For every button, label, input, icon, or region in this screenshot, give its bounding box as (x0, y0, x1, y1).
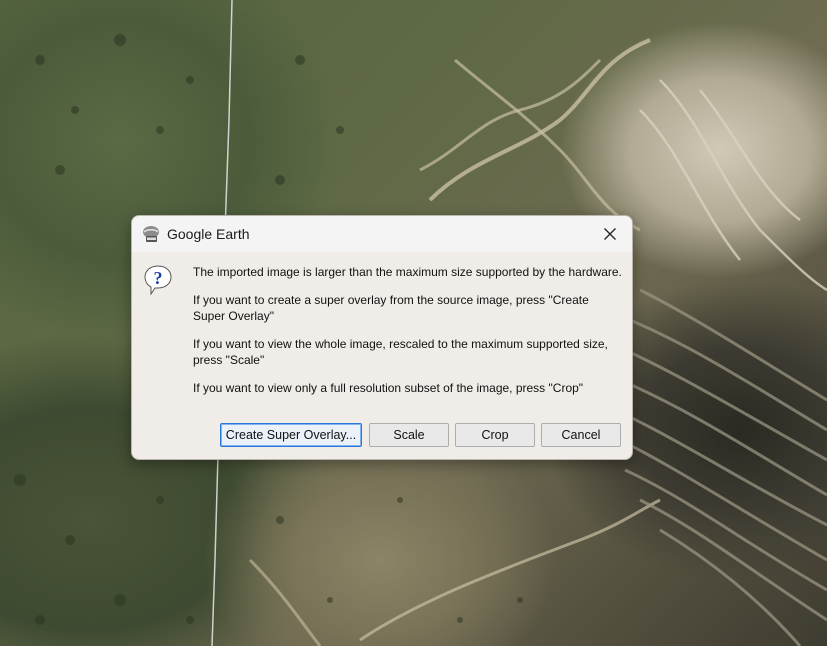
google-earth-icon (143, 226, 159, 242)
close-icon (604, 228, 616, 240)
dialog-message: The imported image is larger than the ma… (193, 264, 623, 408)
message-line: If you want to create a super overlay fr… (193, 293, 589, 323)
message-line: The imported image is larger than the ma… (193, 265, 622, 279)
cancel-button[interactable]: Cancel (541, 423, 621, 447)
svg-text:?: ? (154, 268, 163, 288)
close-button[interactable] (594, 220, 626, 248)
message-line: If you want to view only a full resoluti… (193, 381, 584, 395)
message-line: If you want to view the whole image, res… (193, 337, 608, 367)
dialog-title: Google Earth (167, 226, 250, 242)
scale-button[interactable]: Scale (369, 423, 449, 447)
crop-button[interactable]: Crop (455, 423, 535, 447)
question-icon: ? (144, 265, 172, 296)
create-super-overlay-button[interactable]: Create Super Overlay... (220, 423, 362, 447)
dialog-titlebar[interactable]: Google Earth (132, 216, 632, 252)
google-earth-dialog: Google Earth ? The imported image is lar… (131, 215, 633, 460)
